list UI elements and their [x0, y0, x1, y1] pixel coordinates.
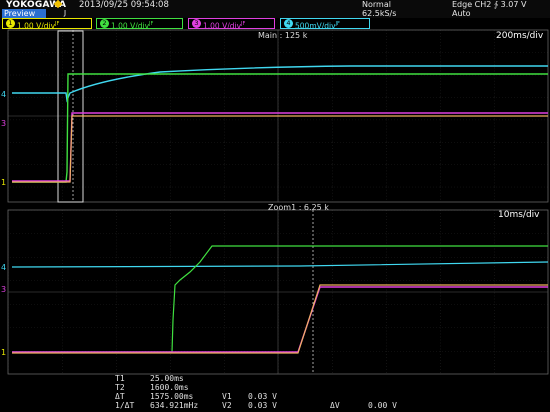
zoom-ch3-ground-marker: 3 [1, 285, 6, 294]
ch4-ground-marker: 4 [1, 90, 6, 99]
cursor-readout: T1 25.00ms T2 1600.0ms ΔT 1575.00ms 1/ΔT… [0, 374, 550, 412]
ch3-ground-marker: 3 [1, 119, 6, 128]
main-title: Main : 125 k [258, 31, 308, 40]
zoom-ch1-ground-marker: 1 [1, 348, 6, 357]
dt-value: 1575.00ms [150, 392, 194, 401]
v1-value: 0.03 V [248, 392, 277, 401]
dv-value: 0.00 V [368, 401, 397, 410]
t2-value: 1600.0ms [150, 383, 189, 392]
t2-label: T2 [115, 383, 125, 392]
dt-label: ΔT [115, 392, 125, 401]
v2-label: V2 [222, 401, 232, 410]
zoom-panel [7, 209, 549, 375]
main-panel [7, 29, 549, 203]
zoom-timebase: 10ms/div [498, 210, 540, 220]
zoom-ch4-ground-marker: 4 [1, 263, 6, 272]
dv-label: ΔV [330, 401, 340, 410]
main-timebase: 200ms/div [496, 31, 544, 41]
v2-value: 0.03 V [248, 401, 277, 410]
oscilloscope-screen: { "header": { "brand": "YOKOGAWA", "date… [0, 0, 550, 412]
t1-value: 25.00ms [150, 374, 184, 383]
inv-dt-value: 634.921mHz [150, 401, 199, 410]
ch1-ground-marker: 1 [1, 178, 6, 187]
inv-dt-label: 1/ΔT [115, 401, 135, 410]
v1-label: V1 [222, 392, 232, 401]
t1-label: T1 [115, 374, 125, 383]
zoom-title: Zoom1 : 6.25 k [268, 203, 329, 212]
